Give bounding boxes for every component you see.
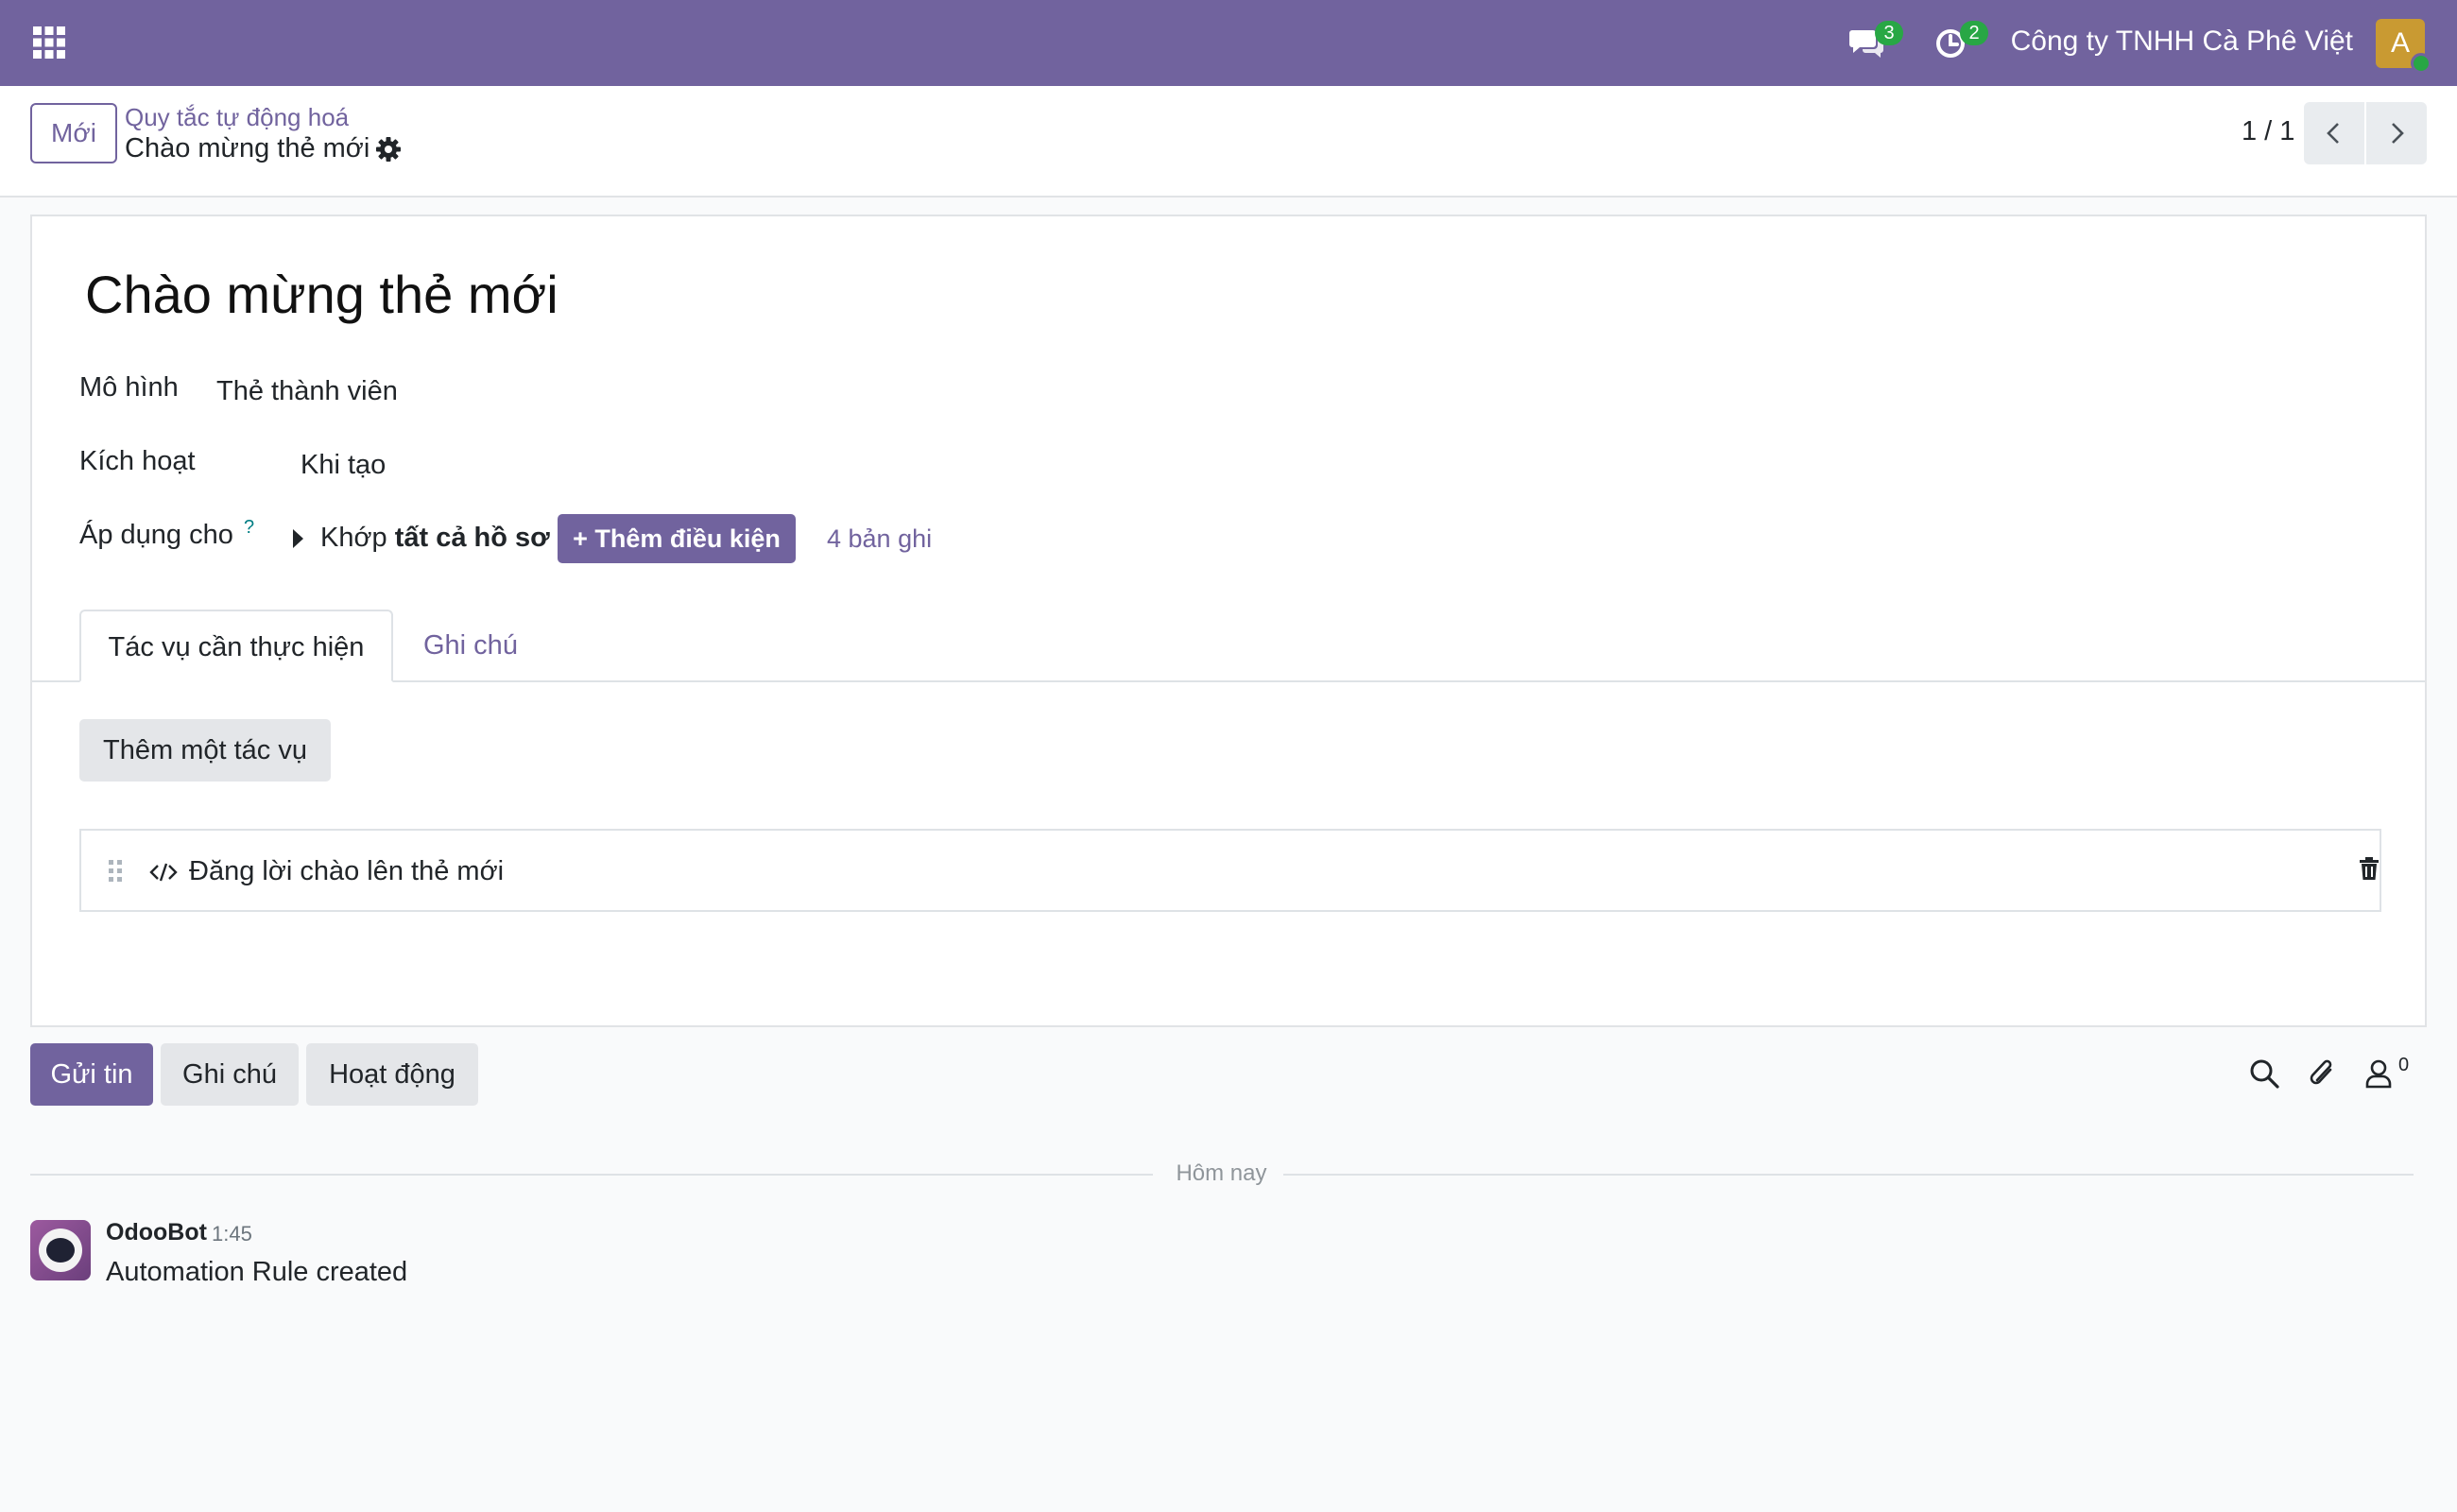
- help-tooltip-icon[interactable]: ?: [244, 517, 254, 539]
- grid-icon: [33, 26, 65, 59]
- action-label[interactable]: Đăng lời chào lên thẻ mới: [189, 856, 504, 887]
- form-sheet: Chào mừng thẻ mới Mô hình Thẻ thành viên…: [30, 215, 2427, 1027]
- breadcrumb-current: Chào mừng thẻ mới: [125, 133, 370, 163]
- online-status-dot: [2411, 53, 2431, 74]
- date-separator-line-left: [30, 1174, 1153, 1176]
- odoobot-avatar[interactable]: [30, 1220, 91, 1280]
- domain-prefix: Khớp: [320, 523, 387, 553]
- breadcrumb-parent[interactable]: Quy tắc tự động hoá: [125, 103, 349, 132]
- domain-scope: tất cả hồ sơ: [394, 523, 550, 553]
- control-panel: Mới Quy tắc tự động hoá Chào mừng thẻ mớ…: [0, 86, 2457, 198]
- tab-actions[interactable]: Tác vụ cần thực hiện: [79, 610, 393, 682]
- schedule-activity-button[interactable]: Hoạt động: [306, 1043, 478, 1106]
- action-row[interactable]: Đăng lời chào lên thẻ mới: [79, 829, 2381, 912]
- apps-menu-button[interactable]: [32, 26, 66, 60]
- user-menu[interactable]: A: [2376, 19, 2431, 74]
- activities-button[interactable]: 2: [1932, 21, 1988, 66]
- message-time: 1:45: [212, 1222, 252, 1246]
- message-author[interactable]: OdooBot: [106, 1219, 207, 1246]
- code-icon: [149, 862, 178, 883]
- company-switcher[interactable]: Công ty TNHH Cà Phê Việt: [2011, 26, 2353, 58]
- record-title[interactable]: Chào mừng thẻ mới: [85, 264, 558, 325]
- apply-on-label: Áp dụng cho: [79, 520, 233, 550]
- user-icon: [2365, 1059, 2392, 1089]
- trigger-field[interactable]: Khi tạo: [301, 450, 386, 481]
- pager-previous-button[interactable]: [2304, 102, 2364, 164]
- followers-button[interactable]: [2364, 1058, 2393, 1089]
- messages-badge: 3: [1875, 21, 1903, 45]
- new-record-button[interactable]: Mới: [30, 103, 117, 163]
- drag-handle-icon[interactable]: [108, 859, 123, 884]
- chevron-right-icon: [2392, 123, 2404, 144]
- pager-next-button[interactable]: [2366, 102, 2427, 164]
- date-separator-line-right: [1283, 1174, 2414, 1176]
- top-navbar: 3 2 Công ty TNHH Cà Phê Việt A: [0, 0, 2457, 86]
- trash-icon[interactable]: [2359, 856, 2380, 881]
- paperclip-icon: [2310, 1059, 2332, 1085]
- model-label: Mô hình: [79, 372, 179, 403]
- search-icon: [2250, 1059, 2279, 1089]
- activities-badge: 2: [1960, 21, 1988, 45]
- attachments-button[interactable]: [2308, 1058, 2338, 1091]
- message-body: Automation Rule created: [106, 1257, 408, 1287]
- messages-button[interactable]: 3: [1847, 21, 1903, 66]
- chevron-left-icon: [2327, 123, 2339, 144]
- record-actions-button[interactable]: [375, 136, 402, 163]
- gear-icon: [376, 137, 401, 162]
- domain-summary: Khớp tất cả hồ sơ: [320, 523, 550, 554]
- matching-records-link[interactable]: 4 bản ghi: [827, 524, 932, 554]
- add-condition-button[interactable]: + Thêm điều kiện: [558, 514, 796, 563]
- caret-right-icon[interactable]: [291, 528, 304, 549]
- model-field[interactable]: Thẻ thành viên: [216, 376, 398, 407]
- search-messages-button[interactable]: [2249, 1058, 2279, 1089]
- trigger-label: Kích hoạt: [79, 446, 196, 476]
- log-note-button[interactable]: Ghi chú: [161, 1043, 299, 1106]
- follower-count: 0: [2398, 1055, 2410, 1075]
- date-separator: Hôm nay: [1176, 1160, 1267, 1186]
- add-action-button[interactable]: Thêm một tác vụ: [79, 719, 331, 782]
- tab-notes[interactable]: Ghi chú: [423, 610, 518, 682]
- send-message-button[interactable]: Gửi tin: [30, 1043, 153, 1106]
- pager-value[interactable]: 1 / 1: [2242, 116, 2294, 147]
